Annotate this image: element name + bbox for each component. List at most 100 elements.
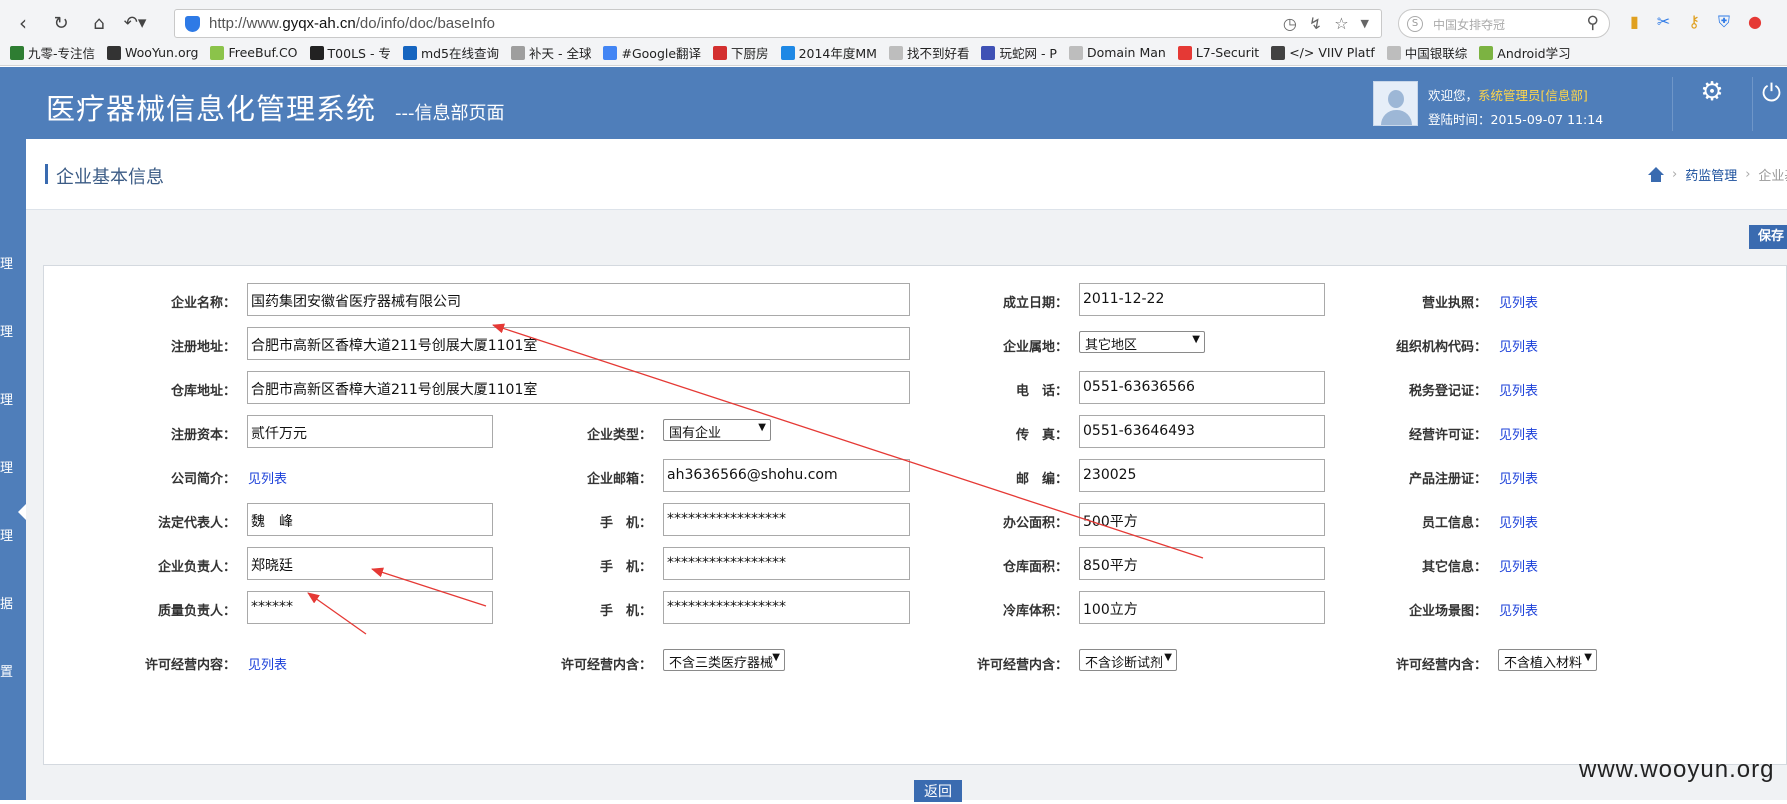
bookmark-item[interactable]: T00LS - 专 <box>309 43 391 62</box>
undo-icon[interactable]: ↶▾ <box>122 11 148 35</box>
doc-link[interactable]: 见列表 <box>1499 292 1538 311</box>
sidebar-item[interactable]: 据 <box>0 593 14 612</box>
search-engine-icon[interactable]: S <box>1407 16 1423 32</box>
fax-field[interactable]: 0551-63646493 <box>1079 415 1325 448</box>
header-divider <box>1672 77 1673 131</box>
intro-label: 公司简介： <box>170 472 236 487</box>
return-button[interactable]: 返回 <box>914 780 962 802</box>
bookmark-item[interactable]: 下厨房 <box>713 43 769 62</box>
lightning-icon[interactable]: ↯ <box>1309 14 1322 33</box>
bookmark-favicon-icon <box>1479 45 1494 60</box>
sidebar-item-active[interactable]: 理 <box>0 525 14 544</box>
postcode-label: 邮 编： <box>1015 472 1068 487</box>
doc-label: 产品注册证： <box>1408 472 1487 487</box>
doc-link[interactable]: 见列表 <box>1499 380 1538 399</box>
bookmark-item[interactable]: Domain Man <box>1068 45 1166 60</box>
quality-label: 质量负责人： <box>157 604 236 619</box>
gear-icon: ⚙ <box>1700 77 1724 107</box>
office-area-field[interactable]: 500平方 <box>1079 503 1325 536</box>
office-area-label: 办公面积： <box>1002 516 1068 531</box>
extension-icon[interactable]: ▮ <box>1630 12 1639 32</box>
bookmark-item[interactable]: </> VIIV Platf <box>1271 45 1375 60</box>
doc-link[interactable]: 见列表 <box>1499 512 1538 531</box>
license-include-select[interactable]: 不含诊断试剂 ▼ <box>1079 649 1177 671</box>
found-date-label: 成立日期： <box>1002 296 1068 311</box>
responsible-field[interactable]: 郑晓廷 <box>247 547 493 580</box>
doc-link[interactable]: 见列表 <box>1499 556 1538 575</box>
avatar[interactable] <box>1373 81 1418 126</box>
license-include-select[interactable]: 不含植入材料 ▼ <box>1498 649 1597 671</box>
intro-link[interactable]: 见列表 <box>248 468 287 487</box>
doc-link[interactable]: 见列表 <box>1499 336 1538 355</box>
bookmark-favicon-icon <box>10 45 24 60</box>
postcode-field[interactable]: 230025 <box>1079 459 1325 492</box>
reg-address-field[interactable]: 合肥市高新区香樟大道211号创展大厦1101室 <box>247 327 910 360</box>
save-button[interactable]: 保存 <box>1749 225 1787 249</box>
home-icon[interactable] <box>1648 167 1664 182</box>
mobile-field[interactable]: ***************** <box>663 547 910 580</box>
bookmarks-bar: 九零-专注信 WooYun.org FreeBuf.CO T00LS - 专 md5在线… <box>0 40 1787 66</box>
search-icon[interactable]: ⚲ <box>1587 13 1599 33</box>
company-name-label: 企业名称： <box>170 296 236 311</box>
phone-label: 电 话： <box>1015 384 1068 399</box>
bookmark-item[interactable]: Android学习 <box>1479 43 1571 62</box>
sidebar-item[interactable]: 理 <box>0 389 14 408</box>
settings-button[interactable]: ⚙ 设置 <box>1682 77 1742 107</box>
sidebar-item[interactable]: 理 <box>0 321 14 340</box>
license-content-link[interactable]: 见列表 <box>248 654 287 673</box>
doc-link[interactable]: 见列表 <box>1499 600 1538 619</box>
warehouse-area-field[interactable]: 850平方 <box>1079 547 1325 580</box>
company-type-select[interactable]: 国有企业 ▼ <box>663 419 771 441</box>
bookmark-item[interactable]: 2014年度MM <box>780 43 877 62</box>
doc-link[interactable]: 见列表 <box>1499 424 1538 443</box>
breadcrumb-current: 企业基 <box>1758 169 1787 184</box>
license-include-select[interactable]: 不含三类医疗器械 ▼ <box>663 649 785 671</box>
sidebar-item[interactable]: 理 <box>0 253 14 272</box>
mobile-field[interactable]: ***************** <box>663 591 910 624</box>
mobile-field[interactable]: ***************** <box>663 503 910 536</box>
address-bar[interactable]: http://www.gyqx-ah.cn/do/info/doc/baseIn… <box>174 9 1382 38</box>
bookmark-item[interactable]: L7-Securit <box>1177 45 1259 60</box>
found-date-field[interactable]: 2011-12-22 <box>1079 283 1325 316</box>
back-icon[interactable]: ‹ <box>10 11 36 35</box>
search-bar[interactable]: S 中国女排夺冠 ⚲ <box>1398 9 1610 38</box>
reg-capital-field[interactable]: 贰仟万元 <box>247 415 493 448</box>
company-name-field[interactable]: 国药集团安徽省医疗器械有限公司 <box>247 283 910 316</box>
bookmark-favicon-icon <box>309 45 324 60</box>
bookmark-item[interactable]: 找不到好看 <box>888 43 969 62</box>
page-header: 企业基本信息 › 药监管理 › 企业基 <box>26 139 1787 210</box>
mobile-label: 手 机： <box>599 560 652 575</box>
cold-storage-field[interactable]: 100立方 <box>1079 591 1325 624</box>
license-include-label: 许可经营内含： <box>976 658 1068 673</box>
sidebar-item[interactable]: 置 <box>0 661 14 680</box>
key-icon[interactable]: ⚷ <box>1688 12 1700 32</box>
warehouse-address-field[interactable]: 合肥市高新区香樟大道211号创展大厦1101室 <box>247 371 910 404</box>
bookmark-item[interactable]: #Google翻译 <box>603 43 701 62</box>
bookmark-item[interactable]: 九零-专注信 <box>10 43 95 62</box>
bookmark-item[interactable]: md5在线查询 <box>402 43 499 62</box>
bookmark-label: 九零-专注信 <box>28 46 96 61</box>
quality-field[interactable]: ****** <box>247 591 493 624</box>
star-icon[interactable]: ☆ <box>1334 14 1348 33</box>
bookmark-item[interactable]: WooYun.org <box>107 45 198 60</box>
email-field[interactable]: ah3636566@shohu.com <box>663 459 910 492</box>
shield-icon[interactable]: ⛨ <box>1718 12 1730 32</box>
bookmark-item[interactable]: 中国银联综 <box>1386 43 1467 62</box>
sidebar-item[interactable]: 理 <box>0 457 14 476</box>
home-icon[interactable]: ⌂ <box>86 11 112 35</box>
doc-link[interactable]: 见列表 <box>1499 468 1538 487</box>
reload-icon[interactable]: ↻ <box>48 11 74 35</box>
breadcrumb-link[interactable]: 药监管理 <box>1685 165 1737 184</box>
exit-icon[interactable]: ⏻ <box>1762 79 1781 107</box>
phone-field[interactable]: 0551-63636566 <box>1079 371 1325 404</box>
speed-dial-icon[interactable]: ◷ <box>1283 14 1297 33</box>
region-select[interactable]: 其它地区 ▼ <box>1079 331 1205 353</box>
welcome-user[interactable]: 系统管理员[信息部] <box>1478 88 1588 103</box>
bookmark-item[interactable]: FreeBuf.CO <box>210 45 298 60</box>
dropdown-icon[interactable]: ▼ <box>1361 14 1369 33</box>
bookmark-item[interactable]: 补天 - 全球 <box>511 43 591 62</box>
legal-rep-field[interactable]: 魏 峰 <box>247 503 493 536</box>
bookmark-item[interactable]: 玩蛇网 - P <box>981 43 1057 62</box>
scissors-icon[interactable]: ✂ <box>1657 12 1670 32</box>
colors-icon[interactable]: ● <box>1748 12 1762 32</box>
